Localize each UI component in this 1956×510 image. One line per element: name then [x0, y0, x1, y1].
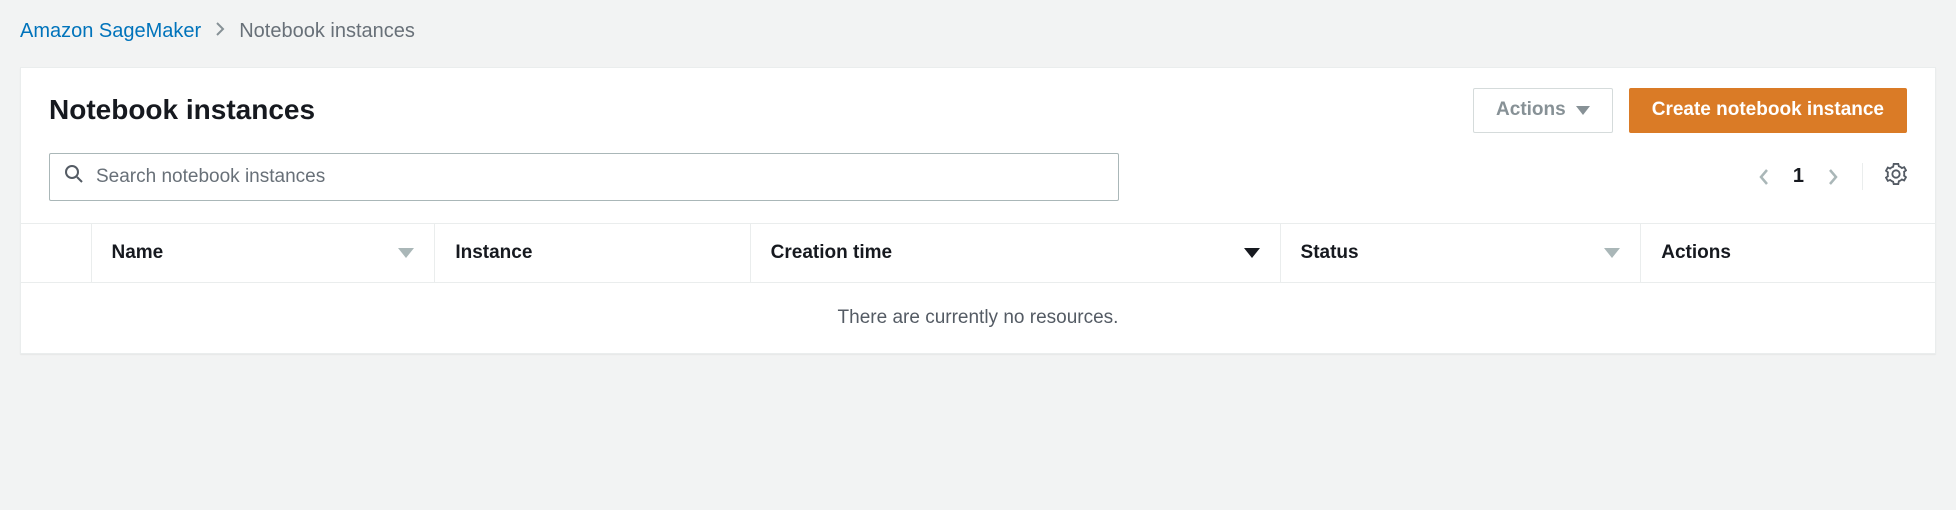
- pagination: 1: [1757, 163, 1907, 190]
- panel-header: Notebook instances Actions Create notebo…: [21, 68, 1935, 141]
- gear-icon: [1885, 163, 1907, 190]
- actions-dropdown-button[interactable]: Actions: [1473, 88, 1613, 133]
- search-input[interactable]: [96, 166, 1104, 188]
- column-status[interactable]: Status: [1280, 224, 1641, 283]
- breadcrumb: Amazon SageMaker Notebook instances: [20, 20, 1936, 43]
- sort-icon: [1244, 248, 1260, 258]
- column-creation-time-label: Creation time: [771, 242, 892, 264]
- column-instance-label: Instance: [455, 242, 532, 264]
- sort-icon: [398, 248, 414, 258]
- caret-down-icon: [1576, 106, 1590, 115]
- column-actions: Actions: [1641, 224, 1935, 283]
- empty-state-row: There are currently no resources.: [21, 282, 1935, 353]
- create-notebook-instance-button[interactable]: Create notebook instance: [1629, 88, 1907, 133]
- sort-icon: [1604, 248, 1620, 258]
- breadcrumb-root-link[interactable]: Amazon SageMaker: [20, 20, 201, 43]
- search-box[interactable]: [49, 153, 1119, 201]
- column-instance[interactable]: Instance: [435, 224, 750, 283]
- page-title: Notebook instances: [49, 94, 1473, 126]
- column-name-label: Name: [112, 242, 164, 264]
- column-status-label: Status: [1301, 242, 1359, 264]
- notebook-instances-panel: Notebook instances Actions Create notebo…: [20, 67, 1936, 354]
- instances-table: Name Instance Creation time: [21, 224, 1935, 353]
- search-icon: [64, 164, 84, 189]
- page-number: 1: [1793, 165, 1804, 188]
- breadcrumb-current: Notebook instances: [239, 20, 415, 43]
- column-name[interactable]: Name: [91, 224, 435, 283]
- prev-page-button[interactable]: [1757, 167, 1771, 187]
- column-select: [21, 224, 91, 283]
- search-row: 1: [21, 141, 1935, 224]
- column-actions-label: Actions: [1661, 242, 1731, 264]
- settings-button[interactable]: [1862, 163, 1907, 190]
- next-page-button[interactable]: [1826, 167, 1840, 187]
- actions-label: Actions: [1496, 99, 1566, 122]
- column-creation-time[interactable]: Creation time: [750, 224, 1280, 283]
- empty-message: There are currently no resources.: [21, 282, 1935, 353]
- chevron-right-icon: [215, 22, 225, 41]
